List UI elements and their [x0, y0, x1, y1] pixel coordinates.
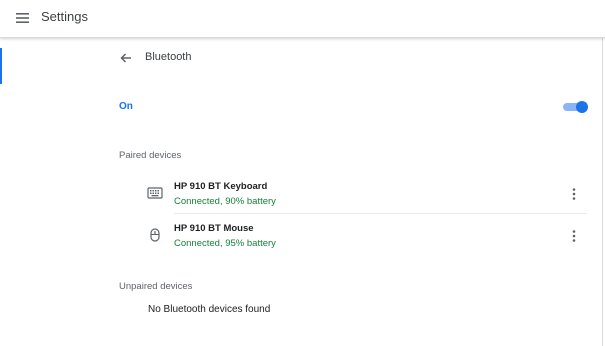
back-arrow-icon[interactable]: [118, 50, 134, 66]
app-title: Settings: [41, 9, 88, 24]
unpaired-devices-label: Unpaired devices: [119, 281, 193, 292]
keyboard-icon: [147, 186, 163, 200]
page-title: Bluetooth: [145, 51, 192, 63]
more-options-icon[interactable]: [567, 187, 581, 201]
device-divider: [174, 213, 587, 214]
bluetooth-settings-card: Bluetooth On Paired devices HP 910 BT Ke…: [104, 38, 603, 346]
app-header: Settings: [0, 0, 605, 38]
no-devices-message: No Bluetooth devices found: [148, 304, 271, 315]
device-name: HP 910 BT Mouse: [174, 223, 254, 234]
device-status: Connected, 95% battery: [174, 238, 276, 249]
device-name: HP 910 BT Keyboard: [174, 181, 268, 192]
paired-device-mouse[interactable]: HP 910 BT Mouse Connected, 95% battery: [147, 221, 587, 261]
mouse-icon: [147, 228, 163, 242]
sidebar: [0, 38, 105, 346]
more-options-icon[interactable]: [567, 229, 581, 243]
paired-devices-label: Paired devices: [119, 150, 182, 161]
menu-icon[interactable]: [13, 8, 33, 28]
sidebar-active-indicator: [0, 48, 2, 84]
device-status: Connected, 90% battery: [174, 196, 276, 207]
bluetooth-state-label: On: [119, 101, 133, 112]
toggle-knob: [576, 101, 588, 113]
bluetooth-toggle[interactable]: [563, 100, 589, 114]
